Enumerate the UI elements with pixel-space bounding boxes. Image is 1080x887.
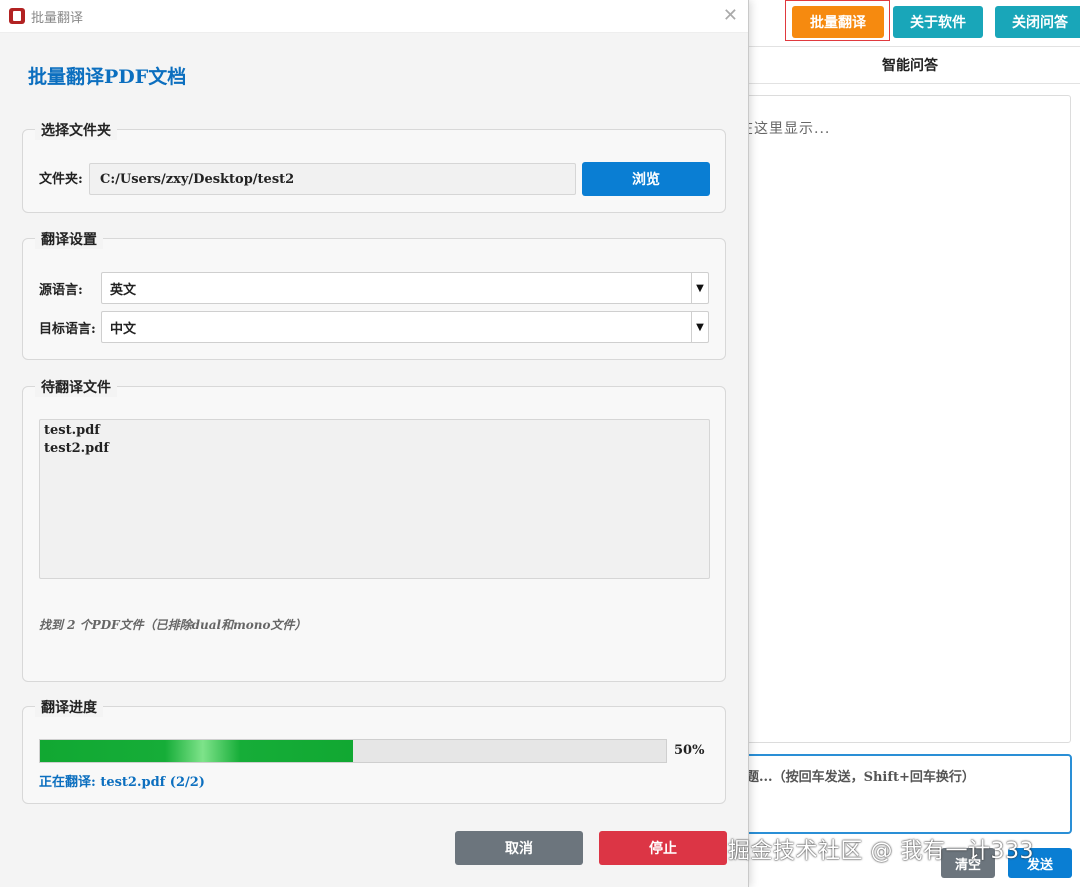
pending-files-group: 待翻译文件 test.pdf test2.pdf 找到 2 个PDF文件（已排除… bbox=[22, 377, 726, 682]
qa-panel-title: 智能问答 bbox=[740, 46, 1080, 84]
settings-group-title: 翻译设置 bbox=[35, 229, 103, 249]
about-software-button[interactable]: 关于软件 bbox=[893, 6, 983, 38]
qa-input-placeholder: 题...（按回车发送，Shift+回车换行） bbox=[746, 770, 975, 785]
list-item[interactable]: test2.pdf bbox=[44, 440, 705, 458]
folder-group: 选择文件夹 文件夹: C:/Users/zxy/Desktop/test2 浏览 bbox=[22, 120, 726, 213]
close-icon[interactable]: ✕ bbox=[723, 5, 738, 26]
found-files-status: 找到 2 个PDF文件（已排除dual和mono文件） bbox=[39, 618, 307, 632]
translation-settings-group: 翻译设置 源语言: 英文 ▼ 目标语言: 中文 ▼ bbox=[22, 229, 726, 360]
dialog-titlebar: 批量翻译 ✕ bbox=[0, 0, 748, 33]
chevron-down-icon[interactable]: ▼ bbox=[691, 273, 708, 303]
progress-bar bbox=[39, 739, 667, 763]
progress-group-title: 翻译进度 bbox=[35, 697, 103, 717]
qa-output-placeholder: 在这里显示... bbox=[739, 121, 831, 137]
source-language-value: 英文 bbox=[110, 282, 137, 298]
target-language-value: 中文 bbox=[110, 321, 137, 337]
source-language-label: 源语言: bbox=[39, 283, 83, 298]
watermark-text: 掘金技术社区 @ 我有一计333 bbox=[728, 839, 1034, 864]
batch-translate-dialog: 批量翻译 ✕ 批量翻译PDF文档 选择文件夹 文件夹: C:/Users/zxy… bbox=[0, 0, 749, 887]
close-qa-button[interactable]: 关闭问答 bbox=[995, 6, 1080, 38]
progress-percent: 50% bbox=[674, 743, 705, 758]
target-language-select[interactable]: 中文 ▼ bbox=[101, 311, 709, 343]
list-item[interactable]: test.pdf bbox=[44, 422, 705, 440]
qa-output-area[interactable]: 在这里显示... bbox=[738, 95, 1071, 743]
progress-bar-fill bbox=[40, 740, 353, 762]
progress-group: 翻译进度 50% 正在翻译: test2.pdf (2/2) bbox=[22, 697, 726, 804]
folder-path-value: C:/Users/zxy/Desktop/test2 bbox=[100, 171, 295, 187]
target-language-label: 目标语言: bbox=[39, 322, 96, 337]
dialog-heading: 批量翻译PDF文档 bbox=[28, 66, 187, 88]
stop-button[interactable]: 停止 bbox=[599, 831, 727, 865]
file-list[interactable]: test.pdf test2.pdf bbox=[39, 419, 710, 579]
batch-translate-button[interactable]: 批量翻译 bbox=[792, 6, 884, 38]
app-book-icon bbox=[9, 8, 25, 24]
progress-status-text: 正在翻译: test2.pdf (2/2) bbox=[39, 775, 205, 790]
cancel-button[interactable]: 取消 bbox=[455, 831, 583, 865]
files-group-title: 待翻译文件 bbox=[35, 377, 117, 397]
dialog-window-title: 批量翻译 bbox=[31, 10, 84, 26]
browse-button[interactable]: 浏览 bbox=[582, 162, 710, 196]
folder-group-title: 选择文件夹 bbox=[35, 120, 117, 140]
qa-question-input[interactable]: 题...（按回车发送，Shift+回车换行） bbox=[738, 754, 1072, 834]
folder-label: 文件夹: bbox=[39, 172, 83, 187]
source-language-select[interactable]: 英文 ▼ bbox=[101, 272, 709, 304]
folder-path-field[interactable]: C:/Users/zxy/Desktop/test2 bbox=[89, 163, 576, 195]
chevron-down-icon[interactable]: ▼ bbox=[691, 312, 708, 342]
